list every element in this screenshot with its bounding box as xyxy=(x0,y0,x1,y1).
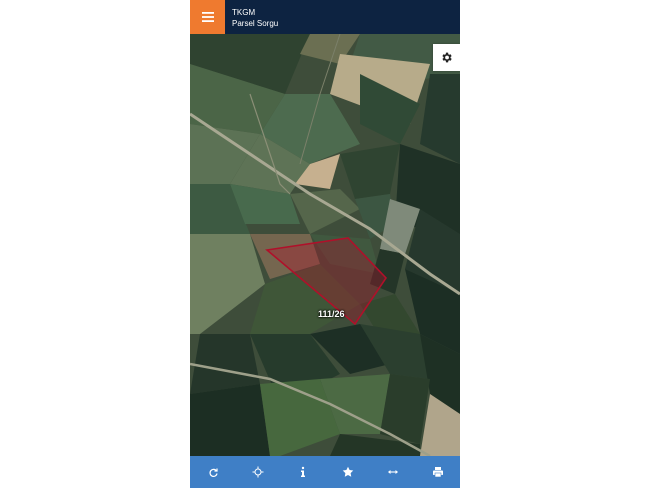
favorite-button[interactable] xyxy=(334,458,362,486)
refresh-button[interactable] xyxy=(199,458,227,486)
app-subtitle: Parsel Sorgu xyxy=(232,19,279,28)
bottom-toolbar xyxy=(190,456,460,488)
crosshair-icon xyxy=(252,466,263,478)
hamburger-menu-icon xyxy=(201,12,214,22)
print-icon xyxy=(432,467,443,478)
parcel-number-label: 111/26 xyxy=(318,309,345,319)
menu-button[interactable] xyxy=(190,0,225,34)
measure-icon xyxy=(387,470,398,474)
satellite-map[interactable]: 111/26 xyxy=(190,34,460,456)
info-button[interactable] xyxy=(289,458,317,486)
star-icon xyxy=(342,466,353,477)
app-header: TKGM Parsel Sorgu xyxy=(190,0,460,34)
measure-button[interactable] xyxy=(379,458,407,486)
gear-icon xyxy=(442,52,452,63)
locate-button[interactable] xyxy=(244,458,272,486)
mobile-app-window: TKGM Parsel Sorgu 111/26 xyxy=(190,0,460,488)
settings-button[interactable] xyxy=(433,44,460,71)
satellite-imagery[interactable] xyxy=(190,34,460,456)
info-icon xyxy=(300,466,305,477)
print-button[interactable] xyxy=(424,458,452,486)
header-titles: TKGM Parsel Sorgu xyxy=(232,7,278,29)
app-title: TKGM xyxy=(232,8,256,17)
refresh-icon xyxy=(208,468,218,477)
